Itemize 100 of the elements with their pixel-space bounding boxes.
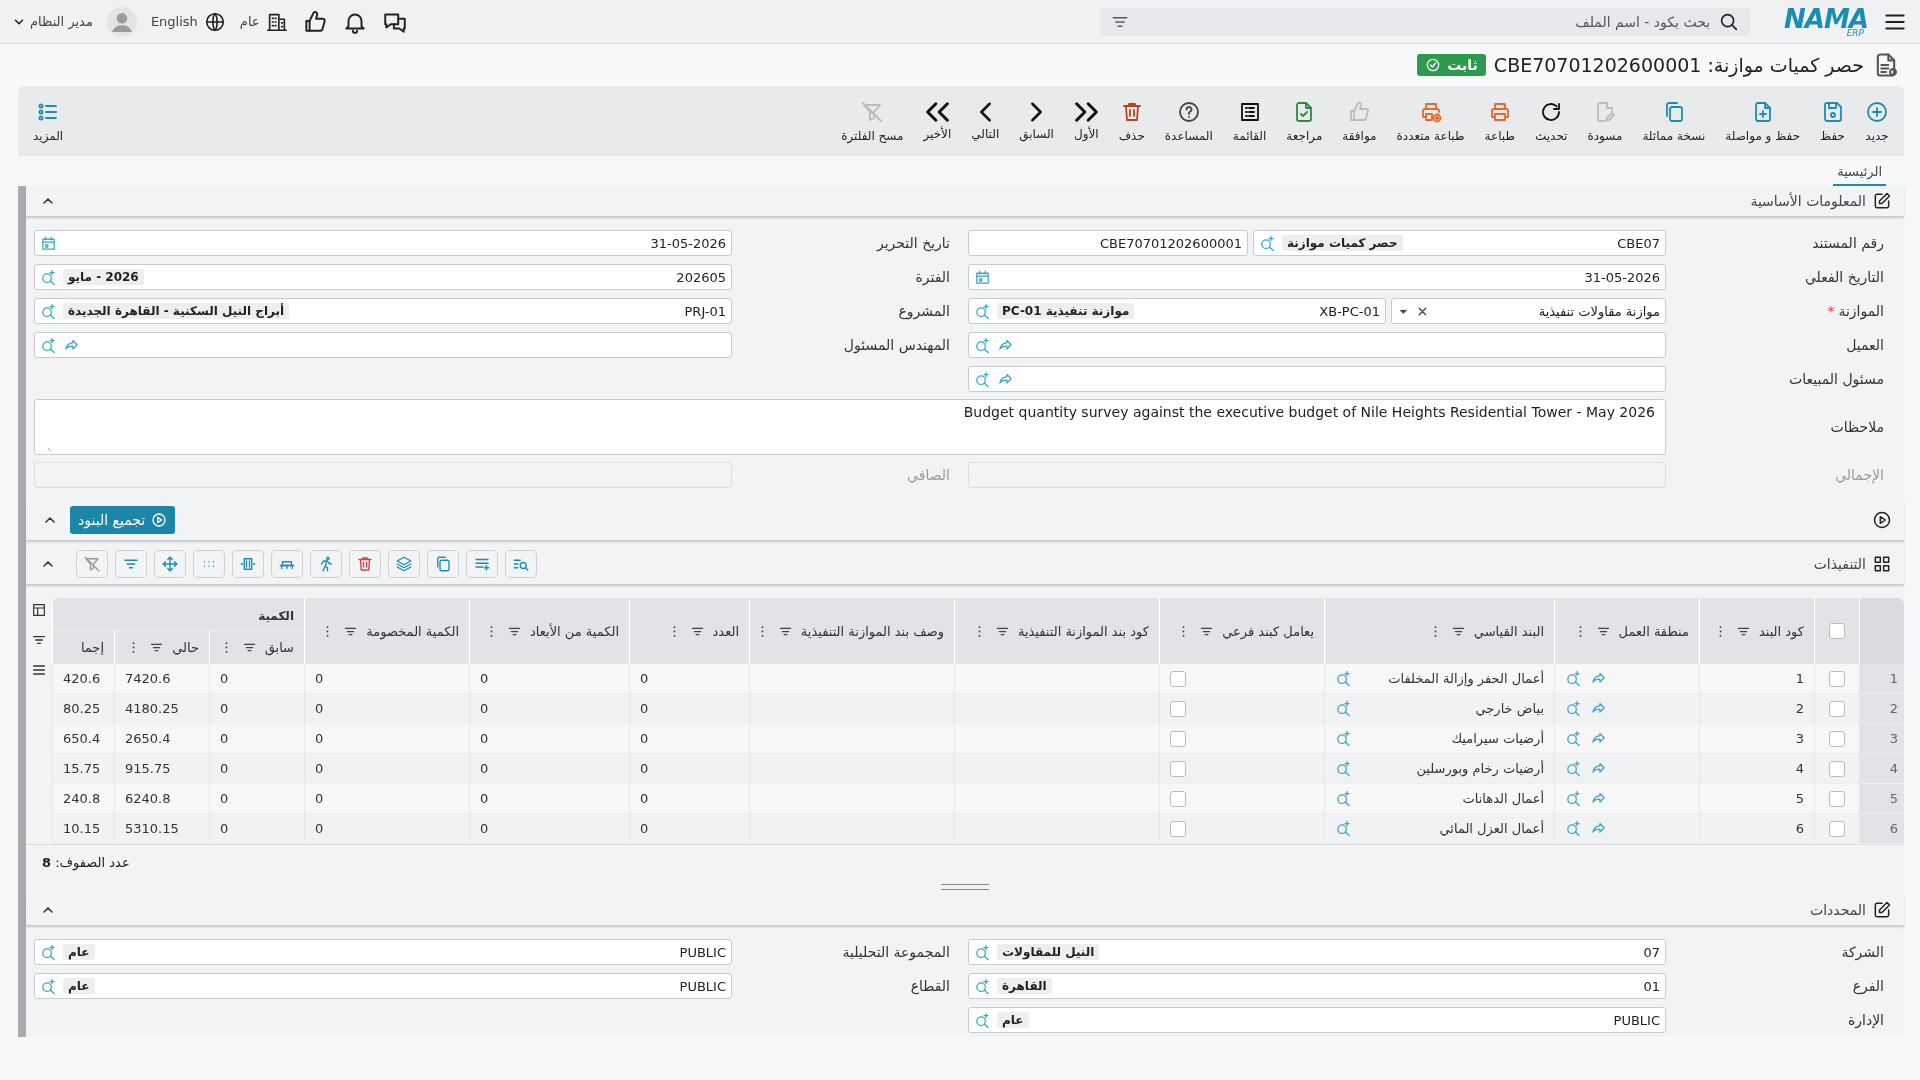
lookup-search-icon[interactable] bbox=[40, 943, 57, 961]
clear-filter-button[interactable] bbox=[76, 550, 108, 578]
lookup-search-icon[interactable] bbox=[974, 943, 991, 961]
lookup-field[interactable] bbox=[968, 332, 1666, 358]
lookup-search-icon[interactable] bbox=[1565, 730, 1582, 747]
row-checkbox[interactable] bbox=[1829, 820, 1845, 837]
layers-button[interactable] bbox=[388, 550, 420, 578]
lookup-search-icon[interactable] bbox=[1335, 670, 1352, 687]
language-button[interactable]: English bbox=[150, 10, 226, 33]
checkbox[interactable] bbox=[1170, 700, 1186, 717]
lookup-search-icon[interactable] bbox=[1565, 670, 1582, 687]
lookup-search-icon[interactable] bbox=[1335, 730, 1352, 747]
lookup-search-icon[interactable] bbox=[1259, 234, 1276, 252]
duplicate-button[interactable]: نسخة مماثلة bbox=[1633, 97, 1715, 145]
previous-button[interactable]: السابق bbox=[1010, 99, 1063, 143]
column-header[interactable]: إجما bbox=[52, 631, 114, 664]
search-list-button[interactable] bbox=[505, 550, 537, 578]
group-items-button[interactable]: تجميع البنود bbox=[70, 506, 176, 534]
checkbox[interactable] bbox=[1170, 820, 1186, 837]
lookup-search-icon[interactable] bbox=[40, 302, 57, 320]
search-input[interactable]: بحث بكود - اسم الملف bbox=[1136, 12, 1713, 31]
filter-button[interactable] bbox=[115, 550, 147, 578]
select-field[interactable]: موازنة مقاولات تنفيذية bbox=[1391, 298, 1666, 324]
review-button[interactable]: مراجعة bbox=[1277, 97, 1332, 145]
column-header[interactable]: الكمية من الأبعاد bbox=[469, 598, 629, 664]
lookup-search-icon[interactable] bbox=[1335, 820, 1352, 837]
splitter-handle[interactable] bbox=[941, 884, 989, 890]
lookup-search-icon[interactable] bbox=[974, 302, 991, 320]
calendar-icon[interactable] bbox=[40, 234, 57, 252]
lookup-search-icon[interactable] bbox=[1565, 760, 1582, 777]
avatar-icon[interactable] bbox=[106, 6, 137, 37]
lookup-search-icon[interactable] bbox=[974, 336, 991, 354]
lookup-search-icon[interactable] bbox=[1335, 790, 1352, 807]
column-header[interactable]: وصف بند الموازنة التنفيذية bbox=[749, 598, 954, 664]
column-header[interactable]: حالي bbox=[114, 631, 209, 664]
save-button[interactable]: حفظ bbox=[1811, 97, 1854, 145]
column-header[interactable]: سابق bbox=[209, 631, 304, 664]
row-checkbox[interactable] bbox=[1829, 730, 1845, 747]
last-button[interactable]: الأخير bbox=[914, 99, 961, 143]
lookup-search-icon[interactable] bbox=[40, 977, 57, 995]
print-button[interactable]: طباعة bbox=[1475, 97, 1524, 145]
delete-button[interactable]: حذف bbox=[1109, 97, 1154, 145]
row-checkbox[interactable] bbox=[1829, 670, 1845, 687]
lookup-search-icon[interactable] bbox=[974, 370, 991, 388]
notes-field[interactable]: Budget quantity survey against the executive budget of Nile Heights Residential Tower - May 2026 bbox=[34, 399, 1666, 455]
copy-button[interactable] bbox=[427, 550, 459, 578]
lookup-field[interactable] bbox=[34, 332, 732, 358]
date-field[interactable]: 31-05-2026 bbox=[34, 230, 732, 256]
lookup-search-icon[interactable] bbox=[1565, 820, 1582, 837]
row-checkbox[interactable] bbox=[1829, 790, 1845, 807]
help-button[interactable]: المساعدة bbox=[1155, 97, 1222, 145]
checkbox[interactable] bbox=[1170, 790, 1186, 807]
lookup-search-icon[interactable] bbox=[1565, 700, 1582, 717]
lookup-search-icon[interactable] bbox=[1565, 790, 1582, 807]
user-menu[interactable]: مدير النظام bbox=[12, 14, 93, 29]
move-button[interactable] bbox=[154, 550, 186, 578]
column-header[interactable]: منطقة العمل bbox=[1554, 598, 1699, 664]
table-cell: 0 bbox=[315, 761, 324, 776]
add-row-button[interactable] bbox=[466, 550, 498, 578]
column-header[interactable]: الكمية المخصومة bbox=[304, 598, 469, 664]
column-header[interactable]: كود البند bbox=[1699, 598, 1814, 664]
first-button[interactable]: الأول bbox=[1064, 99, 1108, 143]
date-field[interactable]: 31-05-2026 bbox=[968, 264, 1666, 290]
field-label: التاريخ الفعلي bbox=[1804, 269, 1884, 285]
select-all-checkbox[interactable] bbox=[1829, 623, 1845, 639]
calendar-icon[interactable] bbox=[974, 268, 991, 286]
lookup-search-icon[interactable] bbox=[1335, 700, 1352, 717]
table-icon[interactable] bbox=[31, 602, 47, 618]
column-header[interactable]: العدد bbox=[629, 598, 749, 664]
run-button[interactable] bbox=[310, 550, 342, 578]
checkbox[interactable] bbox=[1170, 760, 1186, 777]
column-header[interactable]: يعامل كبند فرعي bbox=[1159, 598, 1324, 664]
row-checkbox[interactable] bbox=[1829, 700, 1845, 717]
multi-print-button[interactable]: طباعة متعددة bbox=[1387, 97, 1474, 145]
lookup-search-icon[interactable] bbox=[974, 1011, 991, 1029]
section-title: المعلومات الأساسية bbox=[1750, 193, 1866, 209]
lookup-search-icon[interactable] bbox=[1335, 760, 1352, 777]
lookup-search-icon[interactable] bbox=[974, 977, 991, 995]
list-button[interactable]: القائمة bbox=[1223, 97, 1276, 145]
column-width-button[interactable] bbox=[232, 550, 264, 578]
checkbox[interactable] bbox=[1170, 730, 1186, 747]
delete-row-button[interactable] bbox=[349, 550, 381, 578]
column-header[interactable]: كود بند الموازنة التنفيذية bbox=[954, 598, 1159, 664]
play-circle-icon[interactable] bbox=[1872, 510, 1892, 530]
lookup-search-icon[interactable] bbox=[40, 336, 57, 354]
save-continue-button[interactable]: حفظ و مواصلة bbox=[1716, 97, 1810, 145]
text-field[interactable]: CBE70701202600001 bbox=[968, 230, 1248, 256]
more-button[interactable]: المزيد bbox=[24, 97, 73, 145]
lookup-search-icon[interactable] bbox=[40, 268, 57, 286]
lookup-field[interactable] bbox=[968, 366, 1666, 392]
new-button[interactable]: جديد bbox=[1856, 97, 1898, 145]
company-button[interactable]: عام bbox=[239, 10, 288, 33]
column-header[interactable]: البند القياسي bbox=[1324, 598, 1554, 664]
next-button[interactable]: التالي bbox=[962, 99, 1009, 143]
dots-grid-button[interactable] bbox=[193, 550, 225, 578]
row-checkbox[interactable] bbox=[1829, 760, 1845, 777]
checkbox[interactable] bbox=[1170, 670, 1186, 687]
row-button[interactable] bbox=[271, 550, 303, 578]
search-field[interactable]: بحث بكود - اسم الملف bbox=[1100, 7, 1751, 36]
refresh-button[interactable]: تحديث bbox=[1525, 97, 1577, 145]
